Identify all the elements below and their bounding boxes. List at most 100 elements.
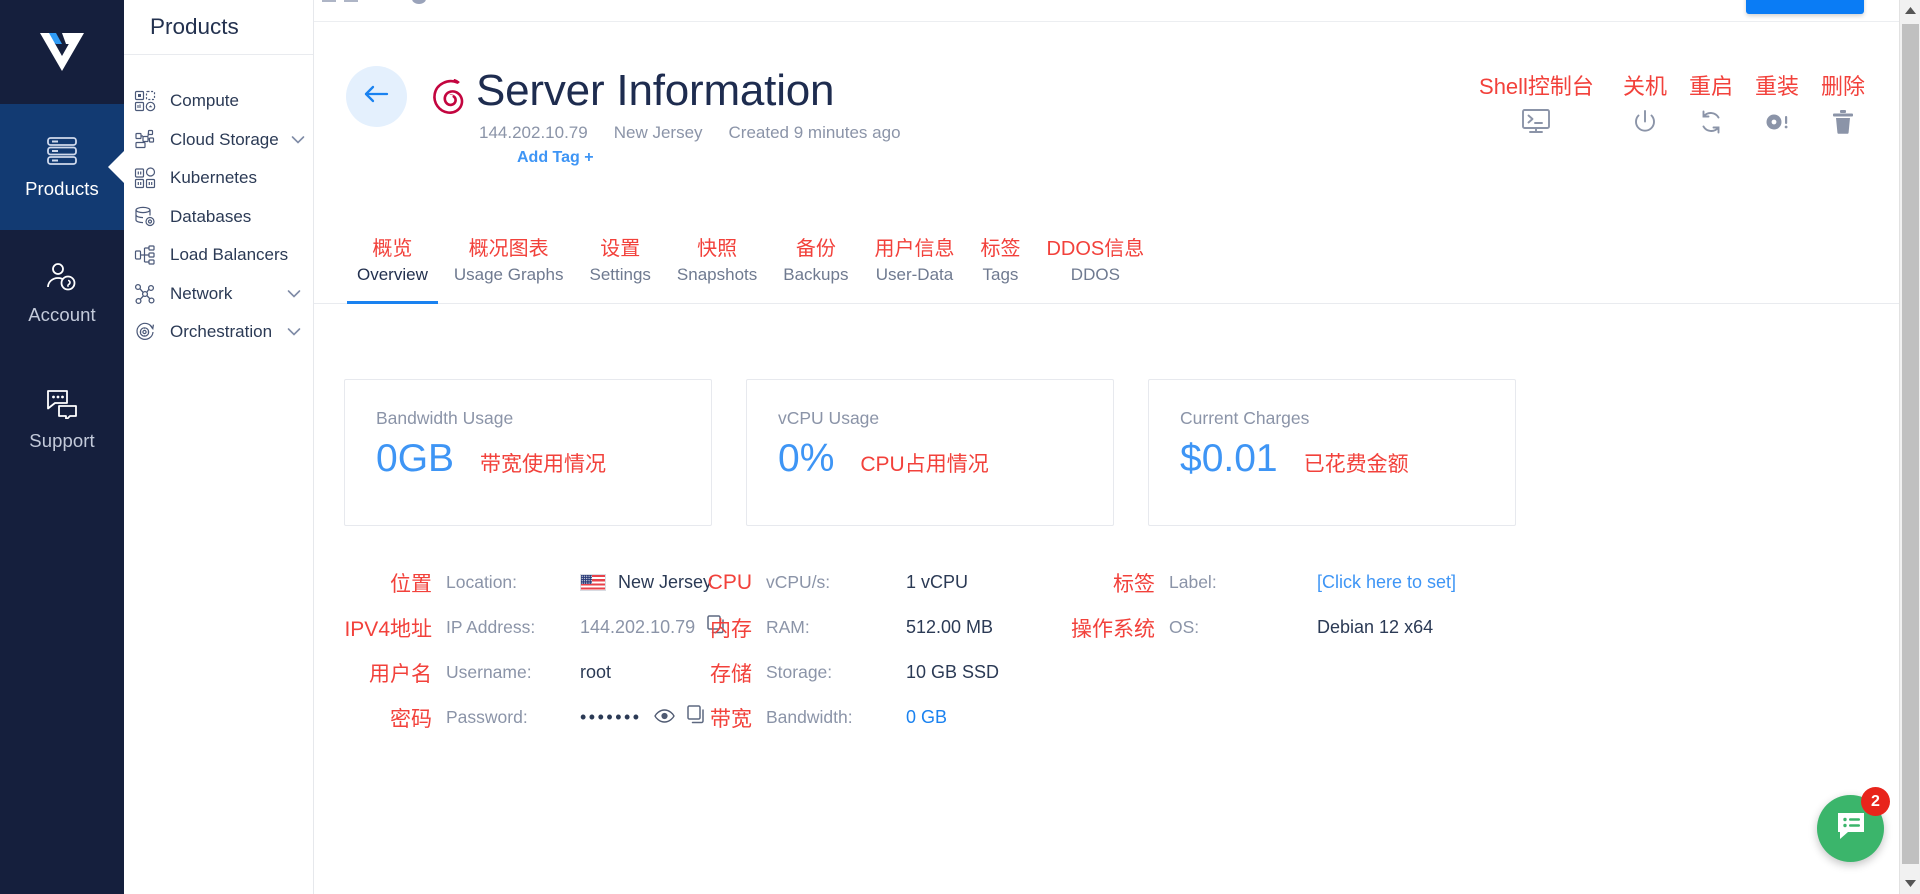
product-item-kubernetes[interactable]: Kubernetes	[124, 159, 313, 198]
detail-key: RAM:	[766, 617, 810, 637]
detail-row-bandwidth: 带宽 Bandwidth: 0 GB	[674, 695, 999, 740]
action-restart[interactable]: 重启	[1678, 72, 1744, 136]
rail-item-label: Account	[28, 303, 96, 325]
page-scrollbar[interactable]	[1899, 0, 1920, 894]
cloud-storage-icon	[134, 129, 158, 151]
detail-key: Storage:	[766, 662, 833, 682]
tab-label-zh: 概览	[372, 238, 413, 260]
detail-row-label: 标签 Label: [Click here to set]	[1059, 560, 1456, 605]
tab-backups[interactable]: 备份 Backups	[770, 236, 861, 304]
detail-key: OS:	[1169, 617, 1200, 637]
tab-label-zh: 用户信息	[874, 238, 955, 260]
cutoff-element-b	[344, 0, 358, 2]
server-stack-icon	[44, 135, 80, 167]
tab-settings[interactable]: 设置 Settings	[576, 236, 663, 304]
scroll-up-arrow-icon[interactable]	[1900, 0, 1920, 21]
action-shell-console[interactable]: Shell控制台	[1468, 72, 1612, 135]
vultr-logo[interactable]	[0, 0, 124, 104]
card-vcpu-usage: vCPU Usage 0% CPU占用情况	[746, 379, 1114, 526]
card-annotation-zh: 已花费金额	[1303, 453, 1409, 476]
rail-item-products[interactable]: Products	[0, 104, 125, 230]
tab-user-data[interactable]: 用户信息 User-Data	[861, 236, 967, 304]
cutoff-primary-button[interactable]	[1746, 0, 1864, 14]
server-header: Server Information 144.202.10.79 New Jer…	[314, 22, 1920, 248]
tab-label-zh: 概况图表	[468, 238, 549, 260]
card-title: vCPU Usage	[778, 408, 880, 428]
detail-annotation-zh: 位置	[390, 572, 432, 596]
power-icon	[1631, 108, 1659, 136]
detail-value: 512.00 MB	[906, 617, 994, 637]
product-item-databases[interactable]: Databases	[124, 198, 313, 237]
tab-ddos[interactable]: DDOS信息 DDOS	[1033, 236, 1157, 304]
tab-tags[interactable]: 标签 Tags	[967, 236, 1033, 304]
card-value: 0%	[778, 437, 835, 480]
product-item-network[interactable]: Network	[124, 275, 313, 314]
tab-snapshots[interactable]: 快照 Snapshots	[664, 236, 770, 304]
scrollbar-thumb[interactable]	[1902, 24, 1919, 864]
back-button[interactable]	[346, 66, 407, 127]
detail-row-vcpu: CPU vCPU/s: 1 vCPU	[674, 560, 999, 605]
action-reinstall[interactable]: 重装	[1744, 72, 1810, 136]
active-pointer	[108, 150, 125, 184]
detail-row-password: 密码 Password: •••••••	[314, 695, 726, 740]
database-icon	[134, 206, 158, 228]
tab-overview[interactable]: 概览 Overview	[344, 236, 441, 304]
chevron-down-icon[interactable]	[287, 327, 301, 337]
product-item-cloud-storage[interactable]: Cloud Storage	[124, 121, 313, 160]
detail-row-username: 用户名 Username: root	[314, 650, 726, 695]
card-annotation-zh: 带宽使用情况	[480, 453, 607, 476]
debian-swirl-icon	[426, 76, 470, 131]
products-panel-title: Products	[124, 0, 313, 55]
detail-annotation-zh: CPU	[707, 570, 752, 594]
detail-annotation-zh: 操作系统	[1071, 617, 1155, 641]
tab-usage-graphs[interactable]: 概况图表 Usage Graphs	[441, 236, 577, 304]
card-value: 0GB	[376, 437, 455, 480]
product-item-label: Compute	[170, 91, 239, 111]
details-column-resources: CPU vCPU/s: 1 vCPU 内存 RAM: 512.00 MB 存储 …	[674, 560, 999, 740]
user-account-icon	[44, 261, 80, 293]
chat-unread-badge[interactable]: 2	[1861, 787, 1890, 816]
product-item-orchestration[interactable]: Orchestration	[124, 313, 313, 352]
chat-message-icon	[1834, 810, 1868, 847]
details-column-location: 位置 Location: New Jersey IPV4地址 IP Addres…	[314, 560, 726, 740]
detail-row-storage: 存储 Storage: 10 GB SSD	[674, 650, 999, 695]
card-current-charges: Current Charges $0.01 已花费金额	[1148, 379, 1516, 526]
action-label-zh: 重启	[1688, 74, 1733, 99]
product-item-compute[interactable]: Compute	[124, 82, 313, 121]
action-power-off[interactable]: 关机	[1612, 72, 1678, 136]
rail-item-account[interactable]: Account	[0, 230, 124, 356]
product-item-label: Cloud Storage	[170, 129, 279, 149]
action-delete[interactable]: 删除	[1810, 72, 1876, 136]
scroll-down-arrow-icon[interactable]	[1900, 873, 1920, 894]
chevron-down-icon[interactable]	[291, 135, 305, 145]
detail-value: 10 GB SSD	[906, 662, 1000, 682]
eye-icon[interactable]	[653, 707, 675, 728]
tab-label-zh: 标签	[980, 238, 1021, 260]
detail-row-location: 位置 Location: New Jersey	[314, 560, 726, 605]
chat-support-icon	[44, 387, 80, 421]
chevron-down-icon[interactable]	[287, 289, 301, 299]
detail-annotation-zh: 用户名	[369, 662, 432, 686]
detail-annotation-zh: IPV4地址	[344, 617, 432, 641]
detail-value: Debian 12 x64	[1317, 617, 1434, 637]
detail-annotation-zh: 标签	[1113, 572, 1155, 596]
rail-item-support[interactable]: Support	[0, 356, 124, 482]
trash-icon	[1830, 108, 1856, 136]
detail-key: Username:	[446, 662, 532, 682]
product-item-load-balancers[interactable]: Load Balancers	[124, 236, 313, 275]
kubernetes-icon	[134, 167, 158, 189]
load-balancer-icon	[134, 244, 158, 266]
detail-value[interactable]: 0 GB	[906, 707, 947, 728]
title-block: Server Information 144.202.10.79 New Jer…	[476, 62, 901, 167]
detail-key: Location:	[446, 572, 518, 592]
us-flag-icon	[580, 574, 606, 591]
tab-label-zh: DDOS信息	[1046, 238, 1145, 260]
add-tag-link[interactable]: Add Tag +	[476, 149, 901, 167]
action-label-zh: Shell控制台	[1479, 74, 1594, 99]
cutoff-element-a	[322, 0, 336, 2]
tab-label-en: Overview	[357, 265, 428, 284]
set-label-link[interactable]: [Click here to set]	[1317, 572, 1456, 593]
tab-label-en: Backups	[783, 265, 849, 284]
products-panel: Products Compute Cloud Storage Kubernete…	[124, 0, 314, 894]
detail-key: Password:	[446, 707, 528, 727]
